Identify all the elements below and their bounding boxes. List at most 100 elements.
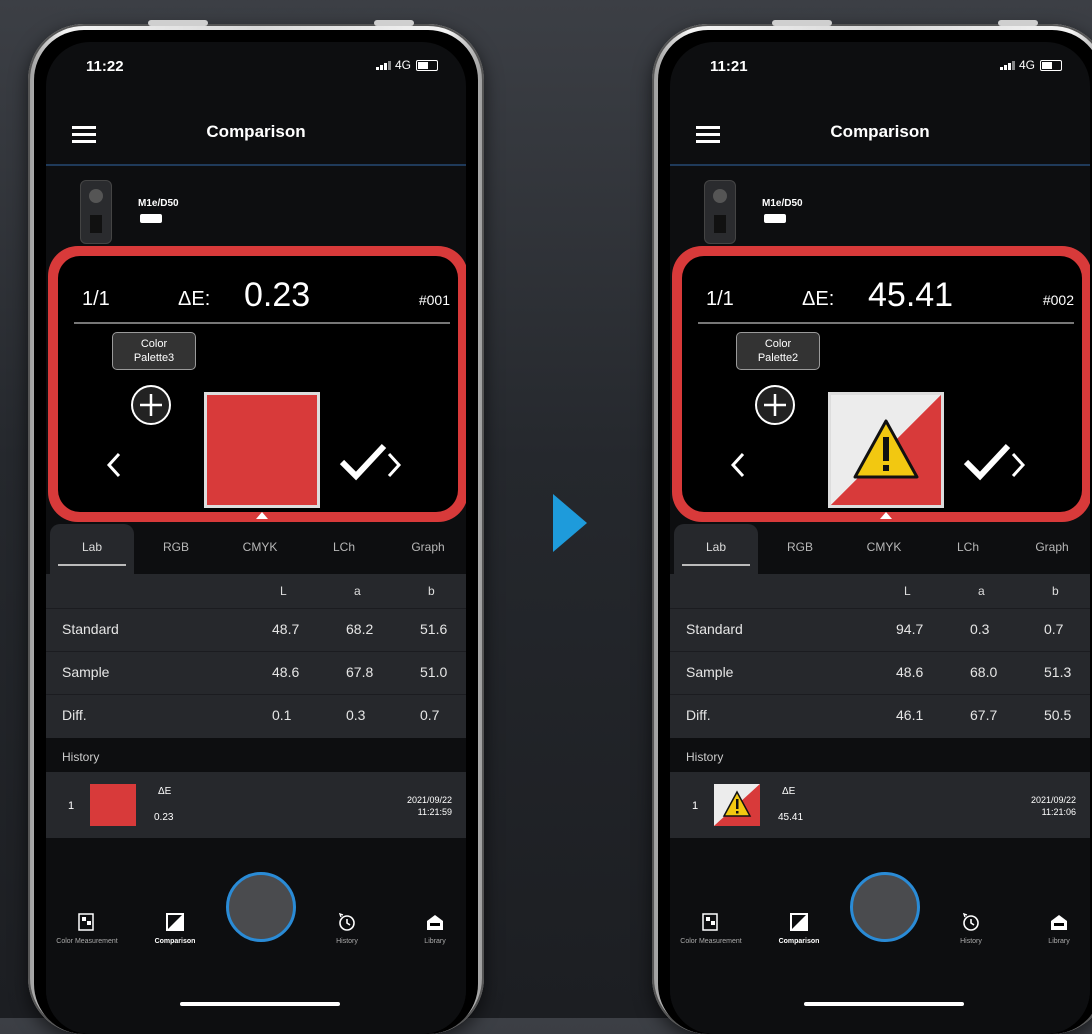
table-cell: 46.1 <box>896 707 924 723</box>
tab-graph[interactable]: Graph <box>1010 524 1090 574</box>
data-tabs: Lab RGB CMYK LCh Graph <box>670 524 1090 574</box>
palette-tag[interactable]: Color Palette3 <box>112 332 196 370</box>
delta-e-value: 0.23 <box>244 276 311 314</box>
comparison-panel: 1/1 ΔE: 45.41 #002 Color Palette2 <box>682 256 1082 519</box>
nav-label: Color Measurement <box>680 938 742 945</box>
table-cell: 68.2 <box>346 621 374 637</box>
tab-lch[interactable]: LCh <box>926 524 1010 574</box>
table-cell: 0.7 <box>1044 621 1064 637</box>
bottom-navigation: Color Measurement Comparison History Librar… <box>46 838 466 1034</box>
table-cell: 48.7 <box>272 621 300 637</box>
history-warning-graphic <box>714 784 760 826</box>
row-label: Diff. <box>62 707 87 723</box>
library-icon <box>390 912 466 932</box>
nav-label: Library <box>1048 938 1070 945</box>
measure-button[interactable] <box>226 872 296 942</box>
history-item[interactable]: 1 ΔE 0.23 2021/09/22 11:21:59 <box>46 772 466 838</box>
add-circle-icon[interactable] <box>130 384 172 426</box>
chevron-left-icon[interactable] <box>728 448 748 482</box>
nav-label: Color Measurement <box>56 938 118 945</box>
tab-rgb[interactable]: RGB <box>134 524 218 574</box>
tab-lab[interactable]: Lab <box>674 524 758 574</box>
color-swatch[interactable] <box>828 392 944 508</box>
history-delta-e-label: ΔE <box>158 786 172 797</box>
phone-bezel: 11:22 4G Comparison M1e/D50 1/1 ΔE: 0.23… <box>34 30 478 1034</box>
status-bar: 11:21 4G <box>670 42 1090 82</box>
table-cell: 51.6 <box>420 621 448 637</box>
add-circle-icon[interactable] <box>754 384 796 426</box>
color-measurement-icon <box>46 912 132 932</box>
nav-comparison[interactable]: Comparison <box>754 912 844 945</box>
nav-comparison[interactable]: Comparison <box>130 912 220 945</box>
device-info[interactable]: M1e/D50 <box>670 166 1090 246</box>
chevron-right-icon[interactable] <box>384 448 404 482</box>
signal-icon <box>375 60 391 70</box>
sample-code: #002 <box>1042 292 1074 308</box>
nav-library[interactable]: Library <box>1014 912 1090 945</box>
tab-cmyk[interactable]: CMYK <box>842 524 926 574</box>
device-battery-icon <box>140 214 162 223</box>
home-indicator <box>804 1002 964 1006</box>
phone-screen: 11:21 4G Comparison M1e/D50 1/1 ΔE: 45.4… <box>670 42 1090 1034</box>
divider <box>74 322 450 324</box>
result-index: 1/1 <box>706 288 734 310</box>
row-label: Sample <box>686 664 734 680</box>
tab-lab[interactable]: Lab <box>50 524 134 574</box>
history-item[interactable]: 1 ΔE 45.41 2021/09/22 11:21:06 <box>670 772 1090 838</box>
nav-label: History <box>960 938 982 945</box>
tab-graph[interactable]: Graph <box>386 524 466 574</box>
table-cell: 48.6 <box>272 664 300 680</box>
nav-library[interactable]: Library <box>390 912 466 945</box>
table-cell: 67.8 <box>346 664 374 680</box>
history-time: 11:21:59 <box>417 807 452 817</box>
transition-arrow-icon <box>553 494 587 552</box>
nav-label: Comparison <box>778 938 820 945</box>
nav-history[interactable]: History <box>926 912 1016 945</box>
phone-before: 11:22 4G Comparison M1e/D50 1/1 ΔE: 0.23… <box>28 20 484 1034</box>
table-cell: 0.3 <box>970 621 990 637</box>
chevron-right-icon[interactable] <box>1008 448 1028 482</box>
palette-tag[interactable]: Color Palette2 <box>736 332 820 370</box>
column-header: b <box>1052 584 1059 598</box>
app-bar: Comparison <box>46 106 466 166</box>
measure-button[interactable] <box>850 872 920 942</box>
delta-e-label: ΔE: <box>178 288 211 310</box>
table-row: Sample 48.6 67.8 51.0 <box>46 651 466 695</box>
chevron-left-icon[interactable] <box>104 448 124 482</box>
tab-rgb[interactable]: RGB <box>758 524 842 574</box>
check-icon[interactable] <box>962 440 1012 484</box>
device-battery-icon <box>764 214 786 223</box>
comparison-card: 1/1 ΔE: 0.23 #001 Color Palette3 <box>48 246 466 522</box>
tab-cmyk[interactable]: CMYK <box>218 524 302 574</box>
phone-after: 11:21 4G Comparison M1e/D50 1/1 ΔE: 45.4… <box>652 20 1092 1034</box>
history-index: 1 <box>68 800 75 812</box>
check-icon[interactable] <box>338 440 388 484</box>
table-row: Standard 48.7 68.2 51.6 <box>46 608 466 652</box>
history-header: History <box>670 738 1090 772</box>
palette-tag-label: Color Palette2 <box>757 338 799 364</box>
page-title: Comparison <box>206 122 306 141</box>
phone-screen: 11:22 4G Comparison M1e/D50 1/1 ΔE: 0.23… <box>46 42 466 1034</box>
signal-icon <box>999 60 1015 70</box>
nav-color-measurement[interactable]: Color Measurement <box>670 912 756 945</box>
comparison-icon <box>130 912 220 932</box>
history-date: 2021/09/22 <box>406 795 452 805</box>
status-indicators: 4G <box>375 58 438 72</box>
status-bar: 11:22 4G <box>46 42 466 82</box>
history-timestamp: 2021/09/22 11:21:06 <box>976 794 1076 818</box>
table-cell: 0.3 <box>346 707 366 723</box>
device-name: M1e/D50 <box>138 198 179 209</box>
nav-history[interactable]: History <box>302 912 392 945</box>
tab-lch[interactable]: LCh <box>302 524 386 574</box>
page-title: Comparison <box>830 122 930 141</box>
color-swatch[interactable] <box>204 392 320 508</box>
device-info[interactable]: M1e/D50 <box>46 166 466 246</box>
app-bar: Comparison <box>670 106 1090 166</box>
row-label: Standard <box>62 621 119 637</box>
color-measurement-icon <box>670 912 756 932</box>
nav-color-measurement[interactable]: Color Measurement <box>46 912 132 945</box>
history-header: History <box>46 738 466 772</box>
divider <box>698 322 1074 324</box>
table-cell: 0.1 <box>272 707 292 723</box>
row-label: Standard <box>686 621 743 637</box>
